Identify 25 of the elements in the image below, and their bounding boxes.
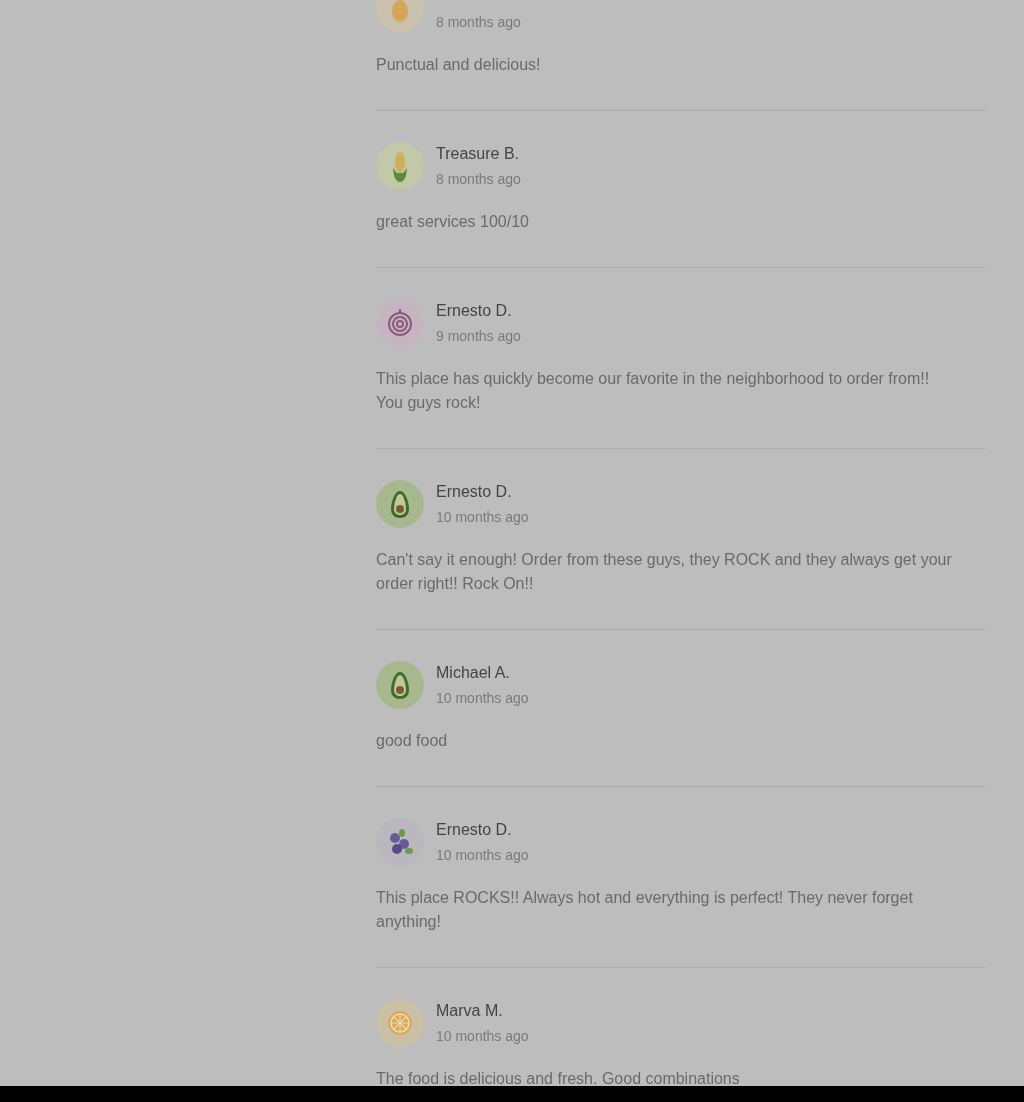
reviewer-name: Ernesto D. (436, 819, 513, 840)
avocado-icon (376, 661, 424, 709)
review-text: good food (376, 731, 449, 751)
review-date: 8 months ago (436, 12, 521, 32)
reviewer-name: Ernesto D. (436, 300, 513, 321)
review-text: This place has quickly become our favorite in the neighborhood to order from!! You guys rock! (376, 369, 931, 413)
review-date: 10 months ago (436, 507, 529, 527)
review-date: 9 months ago (436, 326, 521, 346)
review-text: great services 100/10 (376, 212, 530, 232)
reviewer-name: Michael A. (436, 662, 511, 683)
review-text: Punctual and delicious! (376, 55, 542, 75)
citrus-slice-icon (376, 999, 424, 1047)
onion-icon (376, 299, 424, 347)
review-date: 10 months ago (436, 688, 529, 708)
review-date: 8 months ago (436, 169, 521, 189)
review-date: 10 months ago (436, 845, 529, 865)
review-date: 10 months ago (436, 1026, 529, 1046)
reviewer-name: Ernesto D. (436, 481, 513, 502)
reviewer-name: Treasure B. (436, 143, 520, 164)
reviewer-name: Marva M. (436, 1000, 504, 1021)
review-text: Can't say it enough! Order from these guys, they ROCK and they always get your order right!! Rock On!! (376, 550, 953, 594)
corn-icon (376, 142, 424, 190)
review-text: The food is delicious and fresh. Good combinations (376, 1069, 741, 1086)
review-text: This place ROCKS!! Always hot and everything is perfect! They never forget anything! (376, 888, 914, 932)
avocado-icon (376, 480, 424, 528)
